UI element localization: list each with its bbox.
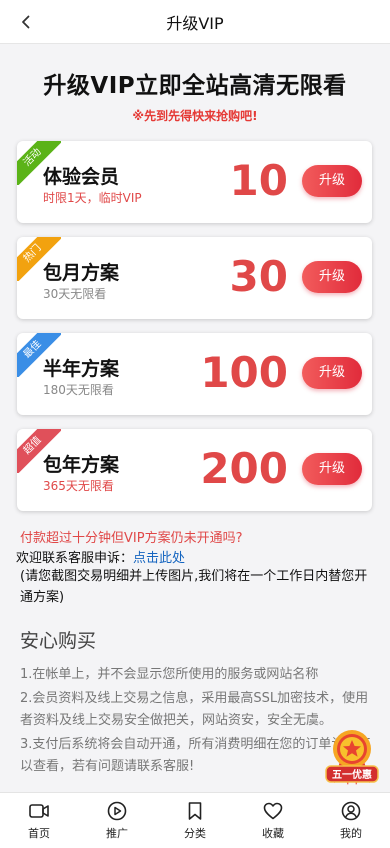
plan-card-monthly[interactable]: 热门 包月方案 30天无限看 30 升级 [17, 237, 372, 319]
plan-card-half-year[interactable]: 最佳 半年方案 180天无限看 100 升级 [17, 333, 372, 415]
contact-support-line: 欢迎联系客服申诉：点击此处 [16, 547, 185, 566]
chevron-left-icon [22, 15, 30, 29]
may-day-promo-badge[interactable]: 五一优惠 [324, 727, 380, 789]
tab-label: 收藏 [262, 827, 284, 840]
upgrade-button[interactable]: 升级 [302, 261, 362, 293]
plan-name: 体验会员 [43, 166, 120, 188]
plan-price: 200 [200, 444, 288, 493]
video-icon [29, 804, 49, 818]
safe-purchase-title: 安心购买 [20, 630, 97, 652]
promo-badge-icon: 五一优惠 [325, 730, 379, 785]
promo-badge-label: 五一优惠 [332, 768, 372, 781]
plan-price: 10 [229, 156, 288, 205]
tab-home[interactable]: 首页 [0, 793, 78, 848]
contact-prefix: 欢迎联系客服申诉： [16, 551, 134, 566]
tab-category[interactable]: 分类 [156, 793, 234, 848]
safe-purchase-list: 1.在帐单上，并不会显示您所使用的服务或网站名称 2.会员资料及线上交易之信息，… [20, 664, 375, 780]
plan-desc: 30天无限看 [43, 287, 107, 301]
plan-card-trial[interactable]: 活动 体验会员 时限1天，临时VIP 10 升级 [17, 141, 372, 223]
safe-purchase-item: 2.会员资料及线上交易之信息，采用最高SSL加密技术，使用者资料及线上交易安全做… [20, 691, 369, 728]
tab-label: 我的 [340, 827, 362, 840]
bottom-tab-bar: 首页 推广 分类 收藏 我的 [0, 792, 390, 848]
safe-purchase-item: 1.在帐单上，并不会显示您所使用的服务或网站名称 [20, 667, 319, 682]
plan-desc: 180天无限看 [43, 383, 114, 397]
tab-profile[interactable]: 我的 [312, 793, 390, 848]
tab-promote[interactable]: 推广 [78, 793, 156, 848]
top-bar: 升级VIP [0, 0, 390, 44]
upgrade-button[interactable]: 升级 [302, 357, 362, 389]
hero-subline: ※先到先得快来抢购吧! [132, 109, 258, 123]
plan-desc: 365天无限看 [43, 479, 114, 493]
plan-card-yearly[interactable]: 超值 包年方案 365天无限看 200 升级 [17, 429, 372, 511]
plan-desc: 时限1天，临时VIP [43, 191, 142, 205]
user-icon [341, 801, 361, 821]
plan-price: 100 [200, 348, 288, 397]
main-content[interactable]: 升级VIP立即全站高清无限看 ※先到先得快来抢购吧! 活动 体验会员 时限1天，… [0, 44, 390, 792]
heart-icon [263, 802, 283, 820]
back-button[interactable] [12, 8, 40, 36]
contact-instructions: (请您截图交易明细并上传图片,我们将在一个工作日内替您开通方案) [20, 569, 368, 605]
tab-label: 首页 [28, 827, 50, 840]
upgrade-button[interactable]: 升级 [302, 453, 362, 485]
bookmark-icon [188, 802, 202, 820]
tab-favorites[interactable]: 收藏 [234, 793, 312, 848]
play-circle-icon [107, 801, 127, 821]
plan-name: 半年方案 [43, 358, 120, 380]
tab-label: 分类 [184, 827, 206, 840]
plan-price: 30 [229, 252, 288, 301]
payment-issue-question: 付款超过十分钟但VIP方案仍未开通吗? [20, 531, 243, 546]
page-title: 升级VIP [166, 13, 224, 33]
hero-headline: 升级VIP立即全站高清无限看 [43, 73, 347, 99]
safe-purchase-item: 3.支付后系统将会自动开通，所有消费明细在您的订单记录可以查看，若有问题请联系客… [20, 737, 371, 774]
plan-name: 包年方案 [43, 454, 120, 476]
tab-label: 推广 [106, 827, 128, 840]
upgrade-button[interactable]: 升级 [302, 165, 362, 197]
plan-name: 包月方案 [43, 262, 120, 284]
contact-support-link[interactable]: 点击此处 [133, 551, 185, 566]
